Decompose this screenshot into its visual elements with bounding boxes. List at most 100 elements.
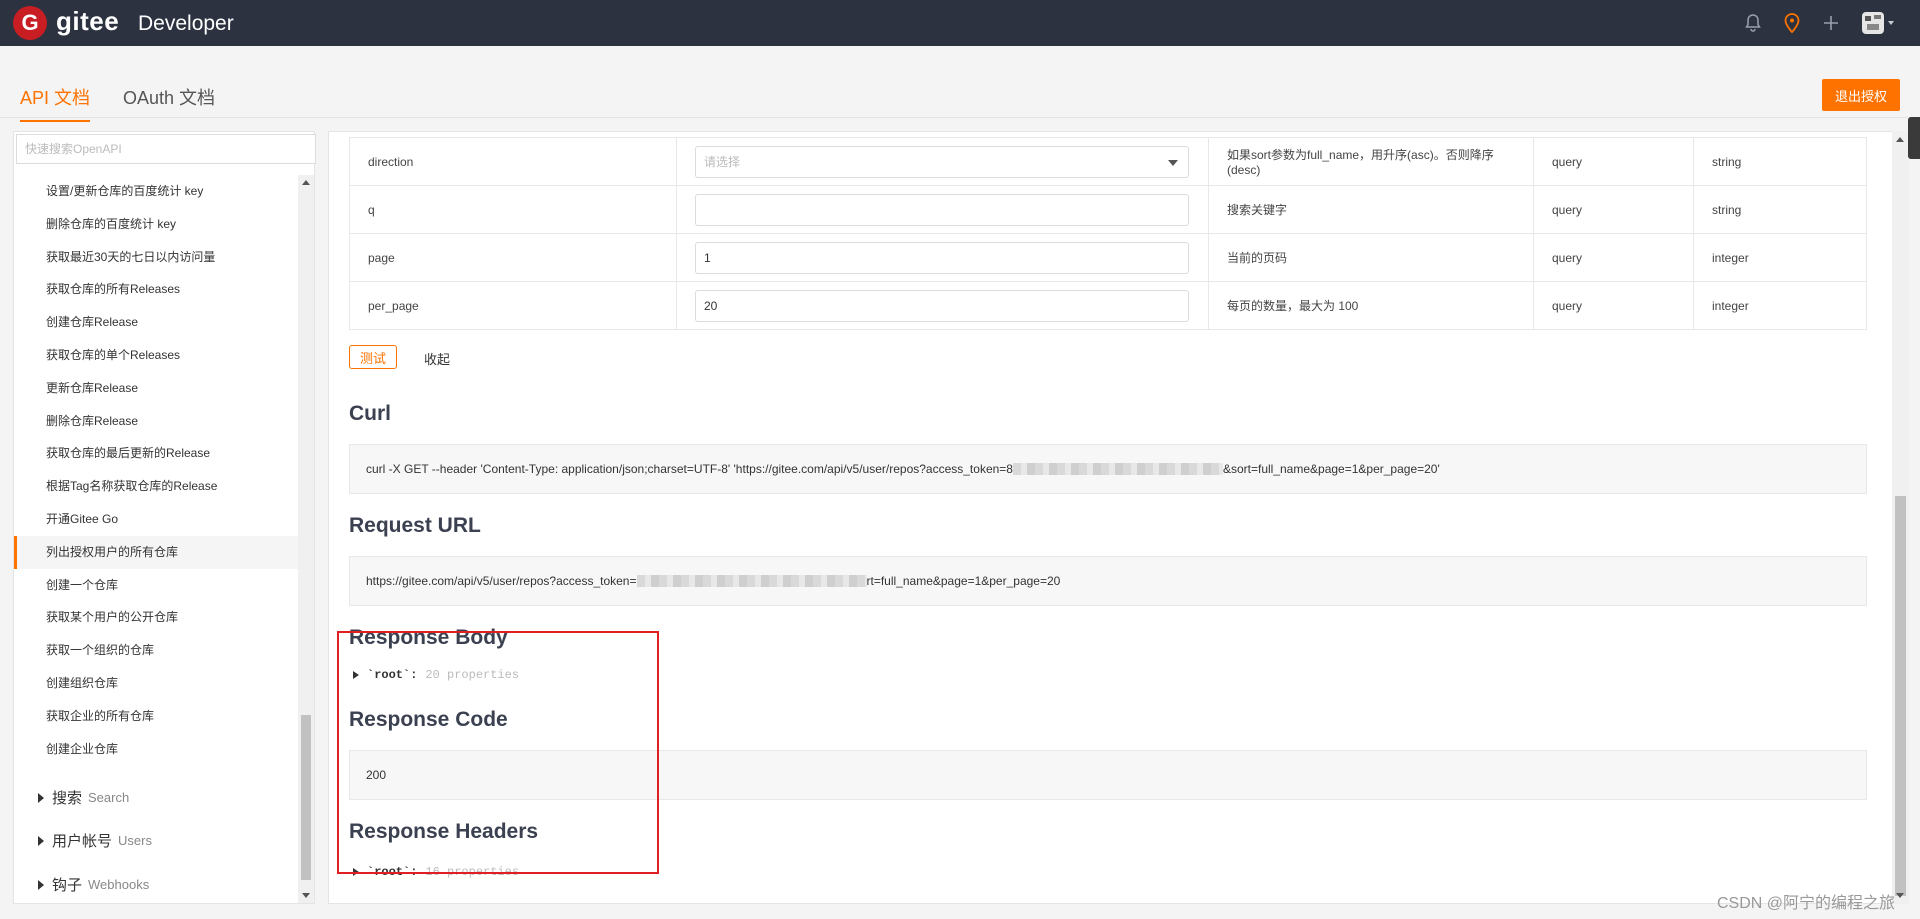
openapi-search-input[interactable] [16, 134, 316, 164]
nav-group-label-en: Users [118, 833, 152, 848]
param-name: per_page [349, 281, 677, 330]
request-url-box: https://gitee.com/api/v5/user/repos?acce… [349, 556, 1867, 606]
location-pin-icon[interactable] [1779, 10, 1805, 36]
sidebar-item[interactable]: 更新仓库Release [14, 372, 298, 405]
tree-props-count: 16 properties [425, 865, 520, 879]
caret-right-icon [38, 835, 44, 846]
tab-oauth-docs[interactable]: OAuth 文档 [123, 84, 215, 120]
sidebar-item[interactable]: 列出授权用户的所有仓库 [14, 535, 298, 569]
nav-group-label: 搜索 [52, 790, 83, 807]
response-body-title: Response Body [349, 626, 508, 649]
param-value-cell: 请选择 [676, 137, 1209, 186]
param-value: 请选择 [704, 155, 741, 169]
scroll-down-icon[interactable] [302, 893, 310, 898]
sidebar-item[interactable]: 创建一个仓库 [14, 569, 298, 602]
brand-name[interactable]: gitee [56, 6, 119, 37]
sidebar-item[interactable]: 创建仓库Release [14, 306, 298, 339]
nav-group-label-en: Webhooks [88, 877, 150, 892]
page-scroll-thumb[interactable] [1895, 496, 1906, 896]
request-url-start: https://gitee.com/api/v5/user/repos?acce… [366, 574, 637, 588]
response-headers-tree[interactable]: `root`: 16 properties [353, 865, 519, 879]
chevron-down-icon [1168, 159, 1178, 166]
param-value: 1 [704, 250, 711, 265]
param-name: page [349, 233, 677, 282]
param-name: direction [349, 137, 677, 186]
redacted-token [1012, 463, 1223, 475]
param-value-cell [676, 185, 1209, 234]
param-description: 如果sort参数为full_name，用升序(asc)。否则降序(desc) [1208, 137, 1534, 186]
chevron-down-icon[interactable] [1878, 10, 1904, 36]
nav-group-users[interactable]: 用户帐号 Users [38, 830, 152, 851]
param-row: q 搜索关键字 query string [349, 185, 1867, 234]
param-value-cell: 1 [676, 233, 1209, 282]
side-panel-handle[interactable] [1908, 117, 1920, 159]
param-row: direction 请选择 如果sort参数为full_name，用升序(asc)。… [349, 137, 1867, 186]
param-row: page 1 当前的页码 query integer [349, 233, 1867, 282]
param-location: query [1533, 233, 1694, 282]
param-description: 当前的页码 [1208, 233, 1534, 282]
nav-group-label: 钩子 [52, 877, 83, 894]
sidebar-item[interactable]: 获取企业的所有仓库 [14, 700, 298, 733]
sidebar-item[interactable]: 开通Gitee Go [14, 503, 298, 536]
param-type: integer [1693, 233, 1867, 282]
api-detail-panel: direction 请选择 如果sort参数为full_name，用升序(asc)。… [328, 131, 1894, 904]
sidebar-scrollbar[interactable] [298, 175, 314, 903]
nav-group-webhooks[interactable]: 钩子 Webhooks [38, 874, 149, 895]
request-url-end: rt=full_name&page=1&per_page=20 [866, 574, 1061, 588]
sidebar-scroll-thumb[interactable] [301, 715, 311, 880]
collapse-link[interactable]: 收起 [424, 349, 450, 368]
param-value-cell: 20 [676, 281, 1209, 330]
response-code-box: 200 [349, 750, 1867, 800]
caret-right-icon [38, 792, 44, 803]
nav-group-label-en: Search [88, 790, 130, 805]
sidebar-item[interactable]: 获取仓库的所有Releases [14, 273, 298, 306]
response-code-title: Response Code [349, 708, 508, 731]
doc-tabs-bar: API 文档 OAuth 文档 退出授权 [0, 46, 1920, 122]
revoke-authorization-button[interactable]: 退出授权 [1821, 79, 1900, 111]
param-row: per_page 20 每页的数量，最大为 100 query integer [349, 281, 1867, 330]
sidebar-item[interactable]: 根据Tag名称获取仓库的Release [14, 470, 298, 503]
try-it-button[interactable]: 测试 [349, 345, 398, 369]
param-location: query [1533, 281, 1694, 330]
plus-icon[interactable] [1818, 10, 1844, 36]
param-select[interactable]: 请选择 [695, 145, 1189, 178]
curl-box: curl -X GET --header 'Content-Type: appl… [349, 444, 1867, 494]
brand-subtitle: Developer [138, 12, 234, 35]
sidebar-item[interactable]: 设置/更新仓库的百度统计 key [14, 175, 298, 208]
sidebar-item[interactable]: 获取某个用户的公开仓库 [14, 601, 298, 634]
nav-group-search[interactable]: 搜索 Search [38, 787, 129, 808]
curl-command-start: curl -X GET --header 'Content-Type: appl… [366, 462, 1013, 476]
tree-root-key: `root`: [367, 865, 418, 879]
redacted-token [636, 575, 867, 587]
curl-title: Curl [349, 402, 391, 425]
parameters-table: direction 请选择 如果sort参数为full_name，用升序(asc)。… [349, 137, 1867, 330]
api-sidebar: 设置/更新仓库的百度统计 key删除仓库的百度统计 key获取最近30天的七日以… [13, 131, 316, 904]
top-navbar: G gitee Developer [0, 0, 1920, 46]
bell-icon[interactable] [1740, 10, 1766, 36]
param-input[interactable] [695, 193, 1189, 226]
param-input[interactable]: 1 [695, 241, 1189, 274]
request-url-title: Request URL [349, 514, 481, 537]
caret-right-icon [353, 868, 359, 876]
param-location: query [1533, 137, 1694, 186]
tab-api-docs[interactable]: API 文档 [20, 84, 91, 122]
sidebar-item[interactable]: 删除仓库Release [14, 405, 298, 438]
param-location: query [1533, 185, 1694, 234]
sidebar-item[interactable]: 创建组织仓库 [14, 667, 298, 700]
gitee-logo[interactable]: G [13, 6, 47, 40]
sidebar-item[interactable]: 创建企业仓库 [14, 733, 298, 766]
sidebar-item[interactable]: 获取一个组织的仓库 [14, 634, 298, 667]
sidebar-item[interactable]: 获取仓库的最后更新的Release [14, 437, 298, 470]
response-body-tree[interactable]: `root`: 20 properties [353, 668, 519, 682]
scroll-up-icon[interactable] [1896, 137, 1904, 142]
scroll-up-icon[interactable] [302, 180, 310, 185]
nav-group-label: 用户帐号 [52, 833, 113, 850]
sidebar-item[interactable]: 获取最近30天的七日以内访问量 [14, 241, 298, 274]
sidebar-item[interactable]: 删除仓库的百度统计 key [14, 208, 298, 241]
param-name: q [349, 185, 677, 234]
scroll-down-icon[interactable] [1896, 893, 1904, 898]
param-input[interactable]: 20 [695, 289, 1189, 322]
page-scrollbar[interactable] [1892, 131, 1909, 904]
tree-root-key: `root`: [367, 668, 418, 682]
sidebar-item[interactable]: 获取仓库的单个Releases [14, 339, 298, 372]
